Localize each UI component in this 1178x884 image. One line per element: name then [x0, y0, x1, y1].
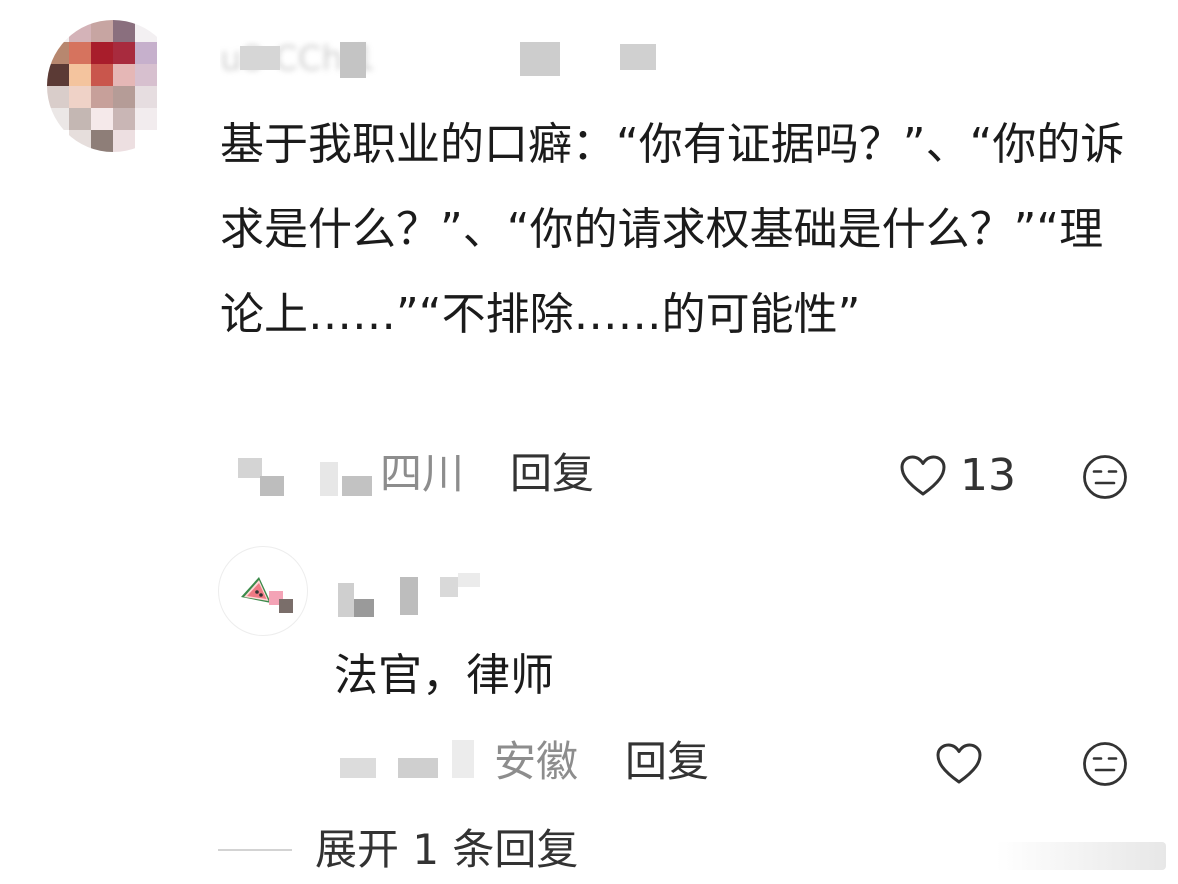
watermark	[996, 842, 1166, 870]
username-mask-block	[458, 573, 480, 587]
expand-divider	[218, 849, 292, 851]
username-mask-block	[440, 577, 458, 597]
username-mask-block	[338, 583, 354, 617]
commenter-username[interactable]: u8 CCh 1	[220, 40, 670, 78]
username-mask-block	[240, 46, 280, 70]
neutral-face-icon	[1083, 742, 1127, 786]
timestamp-mask	[398, 758, 438, 778]
avatar-mosaic	[47, 20, 179, 152]
reply-emoji-react-button[interactable]	[1082, 741, 1128, 791]
like-count: 13	[960, 450, 1016, 501]
commenter-avatar[interactable]	[47, 20, 179, 152]
like-button[interactable]: 13	[900, 446, 1016, 506]
neutral-face-icon	[1083, 455, 1127, 499]
reply-text: 法官，律师	[334, 650, 554, 701]
heart-outline-icon	[936, 743, 982, 784]
replier-username[interactable]	[338, 573, 498, 619]
timestamp-mask	[260, 476, 284, 496]
comment-meta: 四川 回复 13	[220, 446, 1150, 506]
timestamp-mask	[340, 758, 376, 778]
expand-replies-button[interactable]: 展开 1 条回复	[315, 822, 578, 878]
username-mask-block	[620, 44, 656, 70]
timestamp-mask	[452, 740, 474, 778]
timestamp-mask	[238, 458, 262, 478]
timestamp-mask	[342, 476, 372, 496]
username-mask-block	[340, 42, 366, 78]
reply-location: 安徽	[494, 737, 579, 786]
reply-button[interactable]: 回复	[510, 448, 594, 500]
username-mask-block	[520, 42, 560, 76]
emoji-react-button[interactable]	[1082, 454, 1128, 504]
watermelon-avatar-icon	[241, 577, 293, 613]
timestamp-mask	[320, 462, 338, 496]
username-mask-block	[400, 577, 418, 615]
reply-reply-button[interactable]: 回复	[625, 736, 709, 788]
heart-outline-icon	[900, 455, 946, 496]
comment-location: 四川	[380, 449, 465, 498]
reply-meta: 安徽 回复	[334, 734, 1154, 794]
replier-avatar[interactable]	[218, 546, 308, 636]
comment-text: 基于我职业的口癖：“你有证据吗？”、“你的诉求是什么？”、“你的请求权基础是什么…	[220, 119, 1125, 340]
username-mask-block	[354, 599, 374, 617]
reply-like-button[interactable]	[936, 734, 982, 794]
